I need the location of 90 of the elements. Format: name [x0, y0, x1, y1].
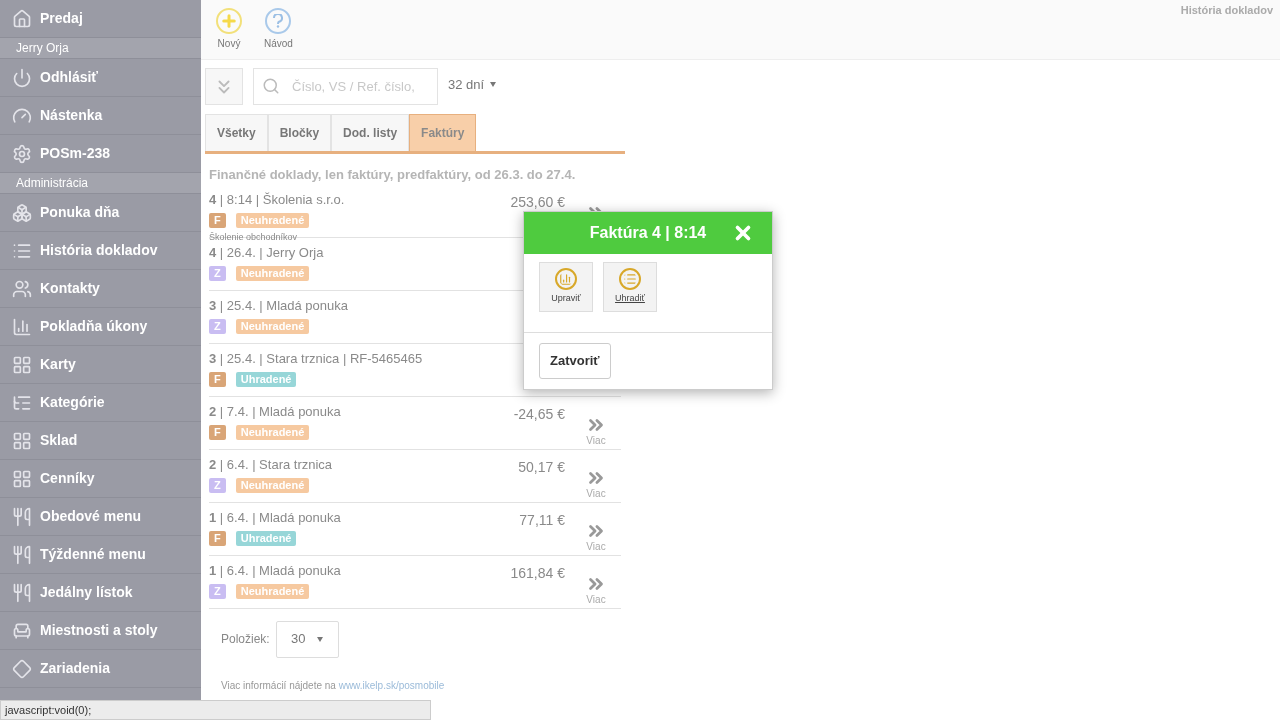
- expand-button[interactable]: [205, 68, 243, 105]
- sidebar-item[interactable]: História dokladov: [0, 232, 201, 270]
- dialog-action[interactable]: Uhradiť: [603, 262, 657, 312]
- caret-icon: [490, 82, 497, 87]
- filter-caption: Finančné doklady, len faktúry, predfaktúry, od 26.3. do 27.4.: [208, 166, 577, 184]
- sidebar-item[interactable]: Cenníky: [0, 460, 201, 498]
- tag: Neuhradené: [235, 213, 310, 228]
- grid-icon: [12, 354, 32, 375]
- grid-icon: [12, 468, 32, 489]
- tab[interactable]: Všetky: [205, 114, 268, 151]
- amount: 253,60 €: [510, 193, 565, 210]
- cutlery-icon: [12, 582, 32, 603]
- tag: Neuhradené: [235, 319, 310, 334]
- sidebar-item[interactable]: Odhlásiť: [0, 59, 201, 97]
- people-icon: [12, 278, 32, 299]
- cutlery-icon: [12, 506, 32, 527]
- search-icon: [262, 77, 280, 95]
- document-title: 3 | 25.4. | Mladá ponuka: [209, 296, 350, 315]
- sidebar-section-label: Jerry Orja: [0, 38, 201, 59]
- sidebar-item[interactable]: Karty: [0, 346, 201, 384]
- sidebar-item[interactable]: Týždenné menu: [0, 536, 201, 574]
- sidebar-item[interactable]: Obedové menu: [0, 498, 201, 536]
- boxes-icon: [12, 202, 32, 223]
- toolbar-button[interactable]: Návod: [264, 8, 293, 51]
- tab[interactable]: Faktúry: [409, 114, 477, 151]
- tag: Uhradené: [235, 531, 297, 546]
- home-icon: [12, 8, 32, 29]
- period-dropdown[interactable]: 32 dní: [448, 74, 497, 95]
- tag: Uhradené: [235, 372, 297, 387]
- tab[interactable]: Dod. listy: [331, 114, 410, 151]
- document-title: 4 | 26.4. | Jerry Orja: [209, 243, 325, 262]
- help-icon: [265, 8, 292, 34]
- document-title: 1 | 6.4. | Mladá ponuka: [209, 508, 342, 527]
- document-title: 2 | 6.4. | Stara trznica: [209, 455, 334, 474]
- cutlery-icon: [12, 544, 32, 565]
- tag: Z: [209, 319, 226, 334]
- footer-text: Viac informácií nájdete na www.ikelp.sk/posmobile: [220, 678, 446, 693]
- grid-icon: [12, 430, 32, 451]
- dialog-title: Faktúra 4 | 8:14: [589, 223, 707, 243]
- dialog-action[interactable]: Upraviť: [539, 262, 593, 312]
- sidebar-item[interactable]: Ponuka dňa: [0, 194, 201, 232]
- document-title: 1 | 6.4. | Mladá ponuka: [209, 561, 342, 580]
- sidebar-item[interactable]: Pokladňa úkony: [0, 308, 201, 346]
- bars-icon: [555, 268, 577, 291]
- sidebar-item[interactable]: Kategórie: [0, 384, 201, 422]
- more-link[interactable]: Viac: [586, 594, 606, 605]
- sidebar-item[interactable]: Nástenka: [0, 97, 201, 135]
- tag: F: [209, 213, 226, 228]
- caret-icon: [317, 636, 324, 642]
- plus-icon: [216, 8, 242, 34]
- tag: Neuhradené: [235, 478, 310, 493]
- footer-link[interactable]: www.ikelp.sk/posmobile: [338, 679, 445, 691]
- tag: Neuhradené: [235, 584, 310, 599]
- amount: 77,11 €: [519, 511, 565, 528]
- sidebar-section-label: Administrácia: [0, 173, 201, 194]
- more-link[interactable]: Viac: [586, 435, 606, 446]
- more-link[interactable]: Viac: [586, 488, 606, 499]
- tag: Z: [209, 478, 226, 493]
- more-link[interactable]: Viac: [586, 541, 606, 552]
- page-size-label: Položiek:: [221, 631, 270, 648]
- document-title: 4 | 8:14 | Školenia s.r.o.: [209, 190, 346, 209]
- tag: Neuhradené: [235, 266, 310, 281]
- amount: 161,84 €: [510, 564, 565, 581]
- document-title: 2 | 7.4. | Mladá ponuka: [209, 402, 342, 421]
- sidebar-item[interactable]: Miestnosti a stoly: [0, 612, 201, 650]
- sidebar-item[interactable]: Jedálny lístok: [0, 574, 201, 612]
- tab[interactable]: Bločky: [267, 114, 332, 151]
- document-note: Školenie obchodníkov: [209, 232, 299, 242]
- diamond-icon: [12, 658, 32, 679]
- power-icon: [12, 67, 32, 88]
- tag: F: [209, 425, 226, 440]
- amount: -24,65 €: [513, 405, 565, 422]
- list-icon: [619, 268, 641, 291]
- tag: Neuhradené: [235, 425, 310, 440]
- amount: 50,17 €: [518, 458, 565, 475]
- tag: F: [209, 531, 226, 546]
- document-title: 3 | 25.4. | Stara trznica | RF-5465465: [209, 349, 424, 368]
- tag: Z: [209, 266, 226, 281]
- toolbar-button[interactable]: Nový: [216, 8, 242, 51]
- close-button[interactable]: Zatvoriť: [539, 343, 611, 379]
- sidebar-item[interactable]: Sklad: [0, 422, 201, 460]
- page-title: História dokladov: [1180, 3, 1273, 18]
- sidebar-item[interactable]: Kontakty: [0, 270, 201, 308]
- bars-icon: [12, 316, 32, 337]
- gear-icon: [12, 143, 32, 164]
- page-size-dropdown[interactable]: 30: [275, 620, 339, 658]
- tag: F: [209, 372, 226, 387]
- status-bar: javascript:void(0);: [0, 700, 431, 720]
- sidebar-item[interactable]: Zariadenia: [0, 650, 201, 688]
- tag: Z: [209, 584, 226, 599]
